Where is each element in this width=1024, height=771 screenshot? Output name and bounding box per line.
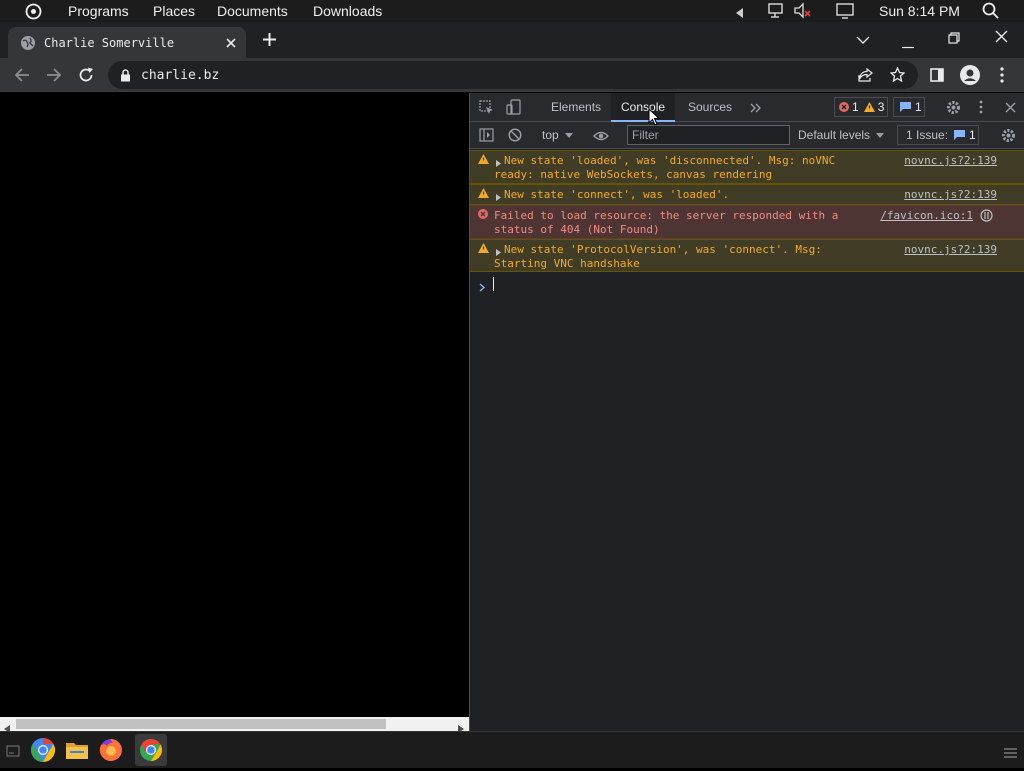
lock-icon[interactable] xyxy=(120,68,131,82)
text-cursor xyxy=(493,277,494,291)
volume-muted-icon[interactable] xyxy=(794,2,812,22)
inspect-element-icon[interactable] xyxy=(479,100,494,118)
chromium-icon[interactable] xyxy=(27,734,59,766)
message-source-link[interactable]: novnc.js?2:139 xyxy=(904,188,997,202)
menu-places[interactable]: Places xyxy=(153,3,195,19)
issues-label: 1 Issue: xyxy=(906,128,949,142)
tab-search-chevron-icon[interactable] xyxy=(856,32,870,50)
console-message-warning[interactable]: New state 'ProtocolVersion', was 'connec… xyxy=(470,239,1024,272)
tab-sources[interactable]: Sources xyxy=(678,93,742,122)
kebab-menu-icon[interactable] xyxy=(1000,67,1004,88)
issues-count: 1 xyxy=(969,128,976,142)
clock[interactable]: Sun 8:14 PM xyxy=(879,3,960,19)
activities-icon[interactable] xyxy=(25,3,42,23)
devtools-settings-icon[interactable] xyxy=(946,100,961,118)
back-icon[interactable] xyxy=(14,67,30,88)
reload-icon[interactable] xyxy=(78,67,94,88)
profile-avatar-icon[interactable] xyxy=(960,65,980,90)
tab-strip: Charlie Somerville xyxy=(0,22,1024,58)
clear-console-icon[interactable] xyxy=(508,128,522,145)
message-source-link[interactable]: novnc.js?2:139 xyxy=(904,154,997,168)
taskbar xyxy=(0,731,1024,768)
share-icon[interactable] xyxy=(858,67,873,87)
console-prompt[interactable] xyxy=(470,274,1024,294)
log-levels-dropdown[interactable]: Default levels xyxy=(798,122,888,148)
show-desktop-icon[interactable] xyxy=(6,744,20,762)
menu-programs[interactable]: Programs xyxy=(68,3,129,19)
devtools-tab-bar: Elements Console Sources 1 3 1 xyxy=(470,93,1024,122)
search-icon[interactable] xyxy=(982,2,999,22)
error-icon xyxy=(839,102,849,112)
devtools-close-icon[interactable] xyxy=(1005,102,1016,116)
chrome-icon[interactable] xyxy=(135,734,167,766)
files-icon[interactable] xyxy=(61,734,93,766)
info-count-button[interactable]: 1 xyxy=(893,97,925,117)
log-levels-label: Default levels xyxy=(798,128,871,142)
levels-arrow-icon xyxy=(876,132,885,138)
firefox-icon[interactable] xyxy=(95,734,127,766)
new-tab-icon[interactable] xyxy=(262,32,277,52)
console-counts-button[interactable]: 1 3 xyxy=(834,97,888,117)
console-message-warning[interactable]: New state 'connect', was 'loaded'. novnc… xyxy=(470,184,1024,205)
prompt-chevron-icon xyxy=(479,279,486,297)
forward-icon[interactable] xyxy=(46,67,62,88)
device-toolbar-icon[interactable] xyxy=(506,99,521,118)
tab-console[interactable]: Console xyxy=(611,93,676,122)
tab-title: Charlie Somerville xyxy=(44,35,175,50)
globe-icon xyxy=(20,35,36,51)
message-source-link[interactable]: /favicon.ico:1 xyxy=(880,209,973,223)
message-text: Failed to load resource: the server resp… xyxy=(494,209,839,236)
context-selector[interactable]: top xyxy=(532,122,582,148)
warning-icon xyxy=(478,154,490,166)
system-top-bar: Programs Places Documents Downloads Sun … xyxy=(0,0,1024,22)
issues-message-icon xyxy=(954,130,966,140)
console-settings-icon[interactable] xyxy=(1001,128,1016,146)
console-message-error[interactable]: Failed to load resource: the server resp… xyxy=(470,205,1024,239)
mouse-pointer-icon xyxy=(648,107,661,131)
info-count: 1 xyxy=(915,100,922,114)
devtools-panel: Elements Console Sources 1 3 1 top Filte… xyxy=(469,93,1024,731)
message-icon xyxy=(900,102,911,112)
warning-icon xyxy=(478,243,490,255)
message-source-link[interactable]: novnc.js?2:139 xyxy=(904,243,997,257)
network-icon[interactable] xyxy=(768,2,786,22)
network-request-icon[interactable] xyxy=(980,209,993,226)
tab-elements[interactable]: Elements xyxy=(541,93,611,122)
issues-button[interactable]: 1 Issue: 1 xyxy=(897,125,979,145)
warning-icon xyxy=(863,102,875,112)
tray-arrow-icon[interactable] xyxy=(736,5,744,21)
address-bar[interactable]: charlie.bz xyxy=(108,61,918,89)
browser-tab[interactable]: Charlie Somerville xyxy=(8,27,246,58)
close-tab-icon[interactable] xyxy=(225,36,237,54)
message-text: New state 'connect', was 'loaded'. xyxy=(504,188,730,201)
menu-documents[interactable]: Documents xyxy=(217,3,288,19)
display-icon[interactable] xyxy=(836,2,854,22)
console-toolbar: top Filter Default levels 1 Issue: 1 xyxy=(470,122,1024,149)
minimize-icon[interactable] xyxy=(902,36,914,54)
side-panel-icon[interactable] xyxy=(930,68,944,87)
live-expression-eye-icon[interactable] xyxy=(593,130,609,144)
error-count: 1 xyxy=(852,100,859,114)
warning-icon xyxy=(478,188,490,200)
menu-downloads[interactable]: Downloads xyxy=(313,3,382,19)
horizontal-scrollbar[interactable] xyxy=(0,717,469,733)
url-text: charlie.bz xyxy=(141,67,220,83)
page-viewport[interactable] xyxy=(0,93,469,733)
more-tabs-icon[interactable] xyxy=(750,102,761,116)
scrollbar-thumb[interactable] xyxy=(16,719,386,729)
browser-toolbar: charlie.bz xyxy=(0,58,1024,92)
warning-count: 3 xyxy=(877,100,885,114)
restore-icon[interactable] xyxy=(948,31,960,49)
bookmark-star-icon[interactable] xyxy=(889,66,906,87)
taskbar-menu-icon[interactable] xyxy=(1004,745,1017,763)
message-text: New state 'loaded', was 'disconnected'. … xyxy=(494,154,836,181)
devtools-menu-icon[interactable] xyxy=(979,100,983,117)
console-message-warning[interactable]: New state 'loaded', was 'disconnected'. … xyxy=(470,150,1024,184)
close-window-icon[interactable] xyxy=(995,30,1008,48)
error-icon xyxy=(478,209,490,221)
message-text: New state 'ProtocolVersion', was 'connec… xyxy=(494,243,822,270)
sidebar-toggle-icon[interactable] xyxy=(479,128,494,145)
context-value: top xyxy=(542,128,559,142)
dropdown-arrow-icon xyxy=(564,132,573,138)
